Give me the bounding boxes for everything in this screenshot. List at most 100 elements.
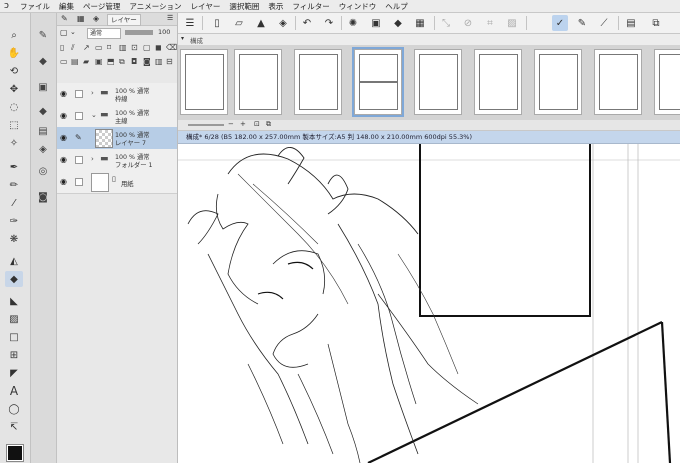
page-thumbnail[interactable] [234, 49, 282, 115]
zoom-in-icon[interactable]: + [240, 120, 246, 128]
eye-icon[interactable]: ◉ [60, 177, 67, 186]
zoom-out-icon[interactable]: − [228, 120, 234, 128]
page-thumbnail[interactable] [414, 49, 462, 115]
camera-icon[interactable]: ◙ [35, 189, 51, 205]
chevron-down-icon[interactable]: ⌄ [91, 111, 97, 119]
canvas-tab[interactable]: 構成* 6/28 (B5 182.00 x 257.00mm 製本サイズ:A5 … [178, 131, 680, 144]
reference-icon[interactable]: ↗ [83, 43, 90, 52]
grid-icon[interactable]: ▦ [77, 14, 85, 23]
fill-icon[interactable]: ◆ [5, 271, 23, 287]
brush-icon[interactable]: ⁄ [5, 195, 23, 211]
page-thumbnail[interactable] [534, 49, 582, 115]
redo-icon[interactable]: ↷ [321, 15, 337, 31]
eye-icon[interactable]: ◉ [60, 111, 67, 120]
page-thumbnail[interactable] [654, 49, 680, 115]
lock-alpha-icon[interactable]: ⌑ [107, 43, 111, 52]
eraser-icon[interactable]: ◭ [5, 253, 23, 269]
new-folder-icon[interactable]: ▰ [83, 57, 89, 66]
figure-icon[interactable]: □ [5, 329, 23, 345]
blend-mode-select[interactable]: 通常 [87, 28, 121, 39]
airbrush-icon[interactable]: ✑ [5, 213, 23, 229]
layer-tab-icon[interactable]: ◈ [93, 14, 99, 23]
navigator-icon[interactable]: ◎ [35, 163, 51, 179]
fill-subtool-icon[interactable]: ◆ [35, 53, 51, 69]
snap-icon[interactable]: ⟋ [596, 15, 612, 31]
deselect-icon[interactable]: ⊘ [460, 15, 476, 31]
frame-icon[interactable]: ⊞ [5, 347, 23, 363]
merge-icon[interactable]: ▣ [95, 57, 103, 66]
page-thumbnail[interactable] [294, 49, 342, 115]
undo-icon[interactable]: ↶ [299, 15, 315, 31]
menu-layer[interactable]: レイヤー [191, 1, 221, 12]
export-icon[interactable]: ◈ [275, 15, 291, 31]
layer-row[interactable]: ◉ ✎ 100 % 通常 レイヤー 7 [57, 127, 177, 150]
collapse-icon[interactable]: ▾ [181, 35, 184, 42]
page-thumbnail[interactable] [180, 49, 228, 115]
eye-icon[interactable]: ◉ [60, 133, 67, 142]
page-thumbnail-selected[interactable] [354, 49, 402, 115]
draft-icon[interactable]: ▢ [143, 43, 151, 52]
fill-icon[interactable]: ◆ [390, 15, 406, 31]
select-icon[interactable]: ⬚ [5, 117, 23, 133]
open-icon[interactable]: ▱ [231, 15, 247, 31]
move-icon[interactable]: ✥ [5, 81, 23, 97]
eye-icon[interactable]: ◉ [60, 155, 67, 164]
layer-settings-icon[interactable]: ▥ [155, 57, 163, 66]
layer-row[interactable]: ◉ ▯ 用紙 [57, 171, 177, 194]
decorate-icon[interactable]: ❋ [5, 231, 23, 247]
ruler-icon[interactable]: ◤ [5, 365, 23, 381]
eyedropper-icon[interactable]: ✧ [5, 135, 23, 151]
menu-edit[interactable]: 編集 [59, 1, 74, 12]
menu-help[interactable]: ヘルプ [385, 1, 408, 12]
opacity-value[interactable]: 100 [158, 28, 170, 36]
layer-row[interactable]: ◉ ⌄ ▬ 100 % 通常 主線 [57, 105, 177, 128]
spinner-icon[interactable]: ✺ [345, 15, 361, 31]
lock-box[interactable] [75, 156, 83, 164]
chevron-down-icon[interactable]: ⌄ [70, 28, 76, 36]
merge-down-icon[interactable]: ⬒ [107, 57, 115, 66]
search-icon[interactable]: ⌕ [5, 27, 23, 43]
fill-layer-icon[interactable]: ◼ [155, 43, 162, 52]
main-color-swatch[interactable] [6, 444, 24, 462]
pen-icon[interactable]: ✒ [5, 159, 23, 175]
layer-op-icon[interactable]: ▣ [368, 15, 384, 31]
layer-mask-icon[interactable]: ◘ [131, 57, 137, 66]
trash-icon[interactable]: ⌫ [166, 43, 177, 52]
clip-icon[interactable]: ⫽ [71, 43, 75, 53]
menu-selection[interactable]: 選択範囲 [229, 1, 259, 12]
pen-icon[interactable]: ✎ [61, 14, 68, 23]
pen-subtool-icon[interactable]: ✎ [35, 27, 51, 43]
lock-box[interactable] [75, 178, 83, 186]
menu-window[interactable]: ウィンドウ [339, 1, 377, 12]
blend-icon[interactable]: ◣ [5, 293, 23, 309]
layers-icon[interactable]: ◈ [35, 141, 51, 157]
tab-layer[interactable]: レイヤー [107, 14, 141, 26]
balloon-icon[interactable]: ◯ [5, 401, 23, 417]
lock-box[interactable] [75, 90, 83, 98]
stroke-icon[interactable]: ✎ [574, 15, 590, 31]
lasso-icon[interactable]: ◌ [5, 99, 23, 115]
new-layer-icon[interactable]: ▭ [60, 57, 68, 66]
transform-icon[interactable]: ▦ [412, 15, 428, 31]
layer-row[interactable]: ◉ › ▬ 100 % 通常 フォルダー 1 [57, 149, 177, 172]
zoom-slider[interactable] [188, 124, 224, 126]
page-thumbnail[interactable] [474, 49, 522, 115]
checkbox-icon[interactable]: ▢ [60, 28, 68, 37]
chevron-right-icon[interactable]: › [91, 155, 94, 163]
layer-color-icon[interactable]: ▣ [35, 79, 51, 95]
text-icon[interactable]: A [5, 383, 23, 399]
menu-file[interactable]: ファイル [20, 1, 50, 12]
delete-layer-icon[interactable]: ⊟ [166, 57, 173, 66]
menu-filter[interactable]: フィルター [292, 1, 329, 12]
lock-icon[interactable]: ▯ [60, 43, 64, 52]
menu-view[interactable]: 表示 [268, 1, 283, 12]
rotate-icon[interactable]: ⟲ [5, 63, 23, 79]
menu-icon[interactable]: ☰ [182, 15, 198, 31]
crop-icon[interactable]: ⌗ [482, 15, 498, 31]
material-icon[interactable]: ▤ [35, 123, 51, 139]
eye-icon[interactable]: ◉ [60, 89, 67, 98]
app-logo-icon[interactable]: ↄ [4, 1, 14, 11]
pencil-icon[interactable]: ✏ [5, 177, 23, 193]
brush-icon[interactable]: ✓ [552, 15, 568, 31]
spread-view-icon[interactable]: ⧉ [266, 120, 271, 129]
